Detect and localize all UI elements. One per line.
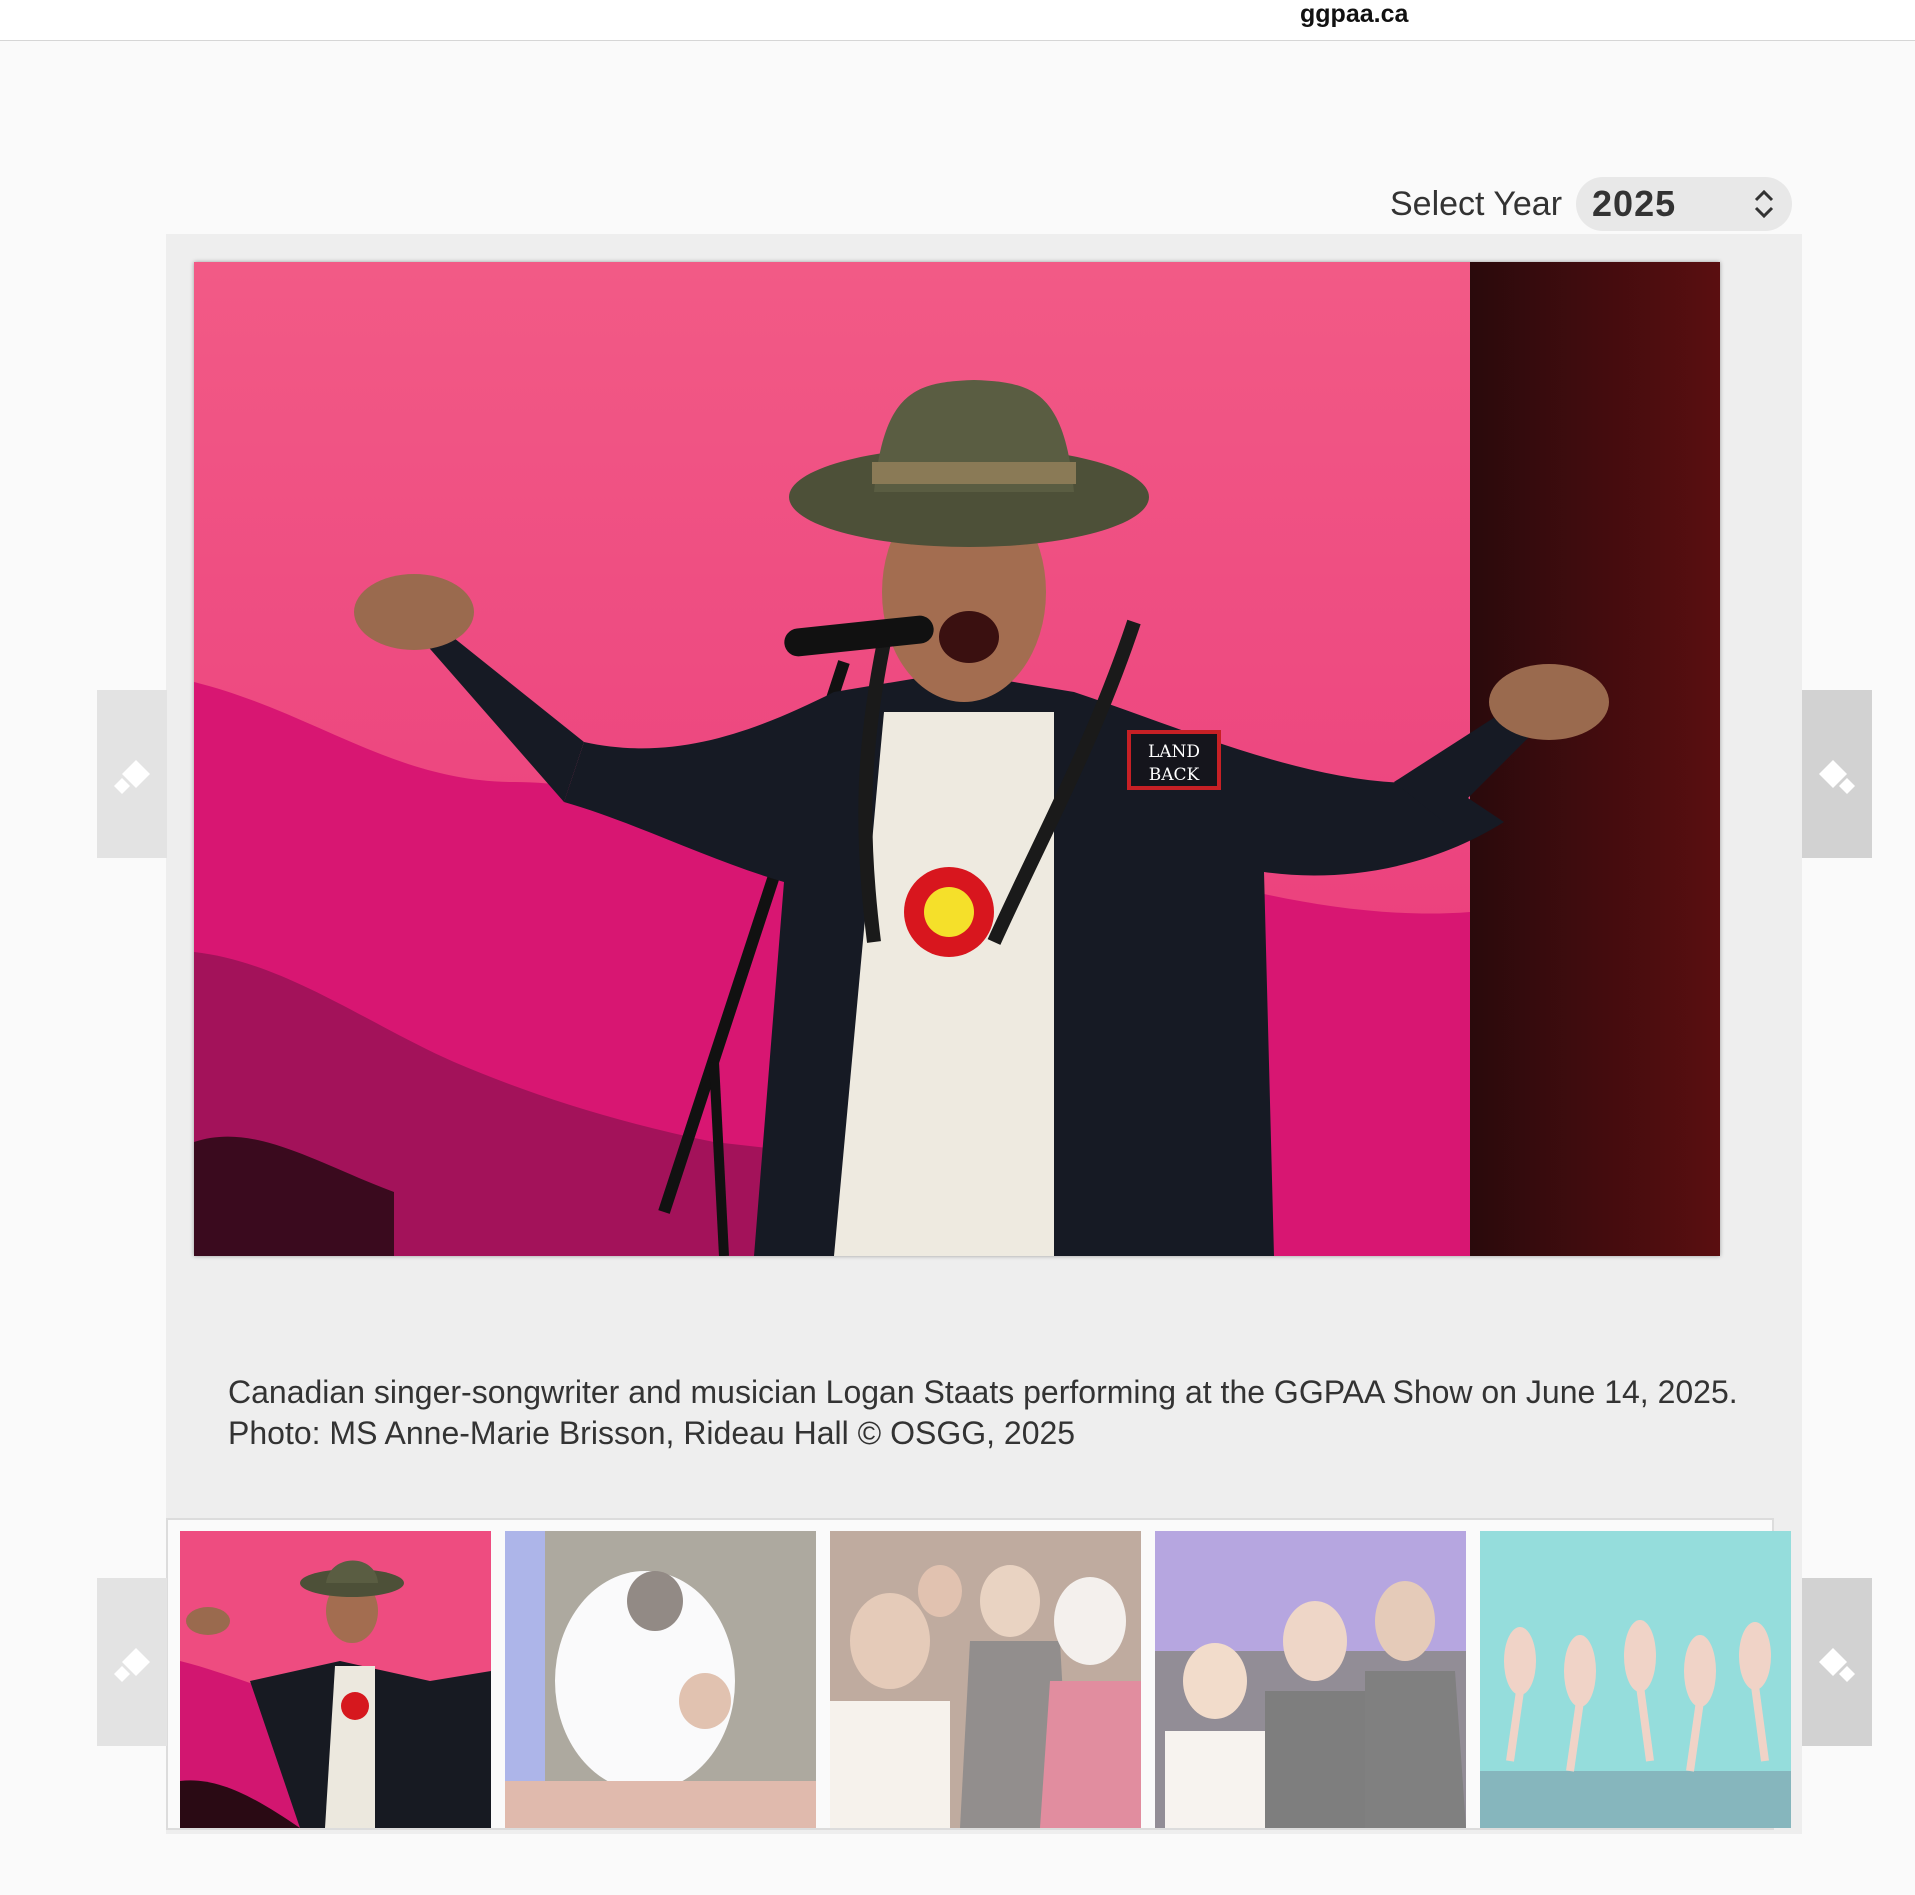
prev-thumbnails-button[interactable] (97, 1578, 167, 1746)
next-photo-button[interactable] (1802, 690, 1872, 858)
url-text[interactable]: ggpaa.ca (1300, 0, 1408, 29)
browser-top-bar: ggpaa.ca (0, 0, 1915, 41)
select-arrows-icon (1754, 189, 1774, 219)
thumbnail-reception[interactable] (830, 1531, 1141, 1828)
main-photo: LAND BACK (194, 262, 1720, 1256)
year-select-value: 2025 (1592, 183, 1677, 224)
patch-text-land: LAND (1148, 742, 1200, 762)
next-thumbs-arrow-icon (1819, 1648, 1855, 1682)
photo-caption: Canadian singer-songwriter and musician … (228, 1374, 1738, 1451)
thumbnail-embrace[interactable] (505, 1531, 816, 1828)
thumbnail-dance-troupe[interactable] (1480, 1531, 1791, 1828)
next-thumbnails-button[interactable] (1802, 1578, 1872, 1746)
year-select[interactable]: 2025 (1576, 177, 1793, 231)
year-selector-row: Select Year 2025 (1390, 176, 1793, 232)
next-arrow-icon (1819, 760, 1855, 794)
patch-text-back: BACK (1149, 765, 1200, 785)
prev-thumbs-arrow-icon (114, 1648, 150, 1682)
thumbnail-three-guests[interactable] (1155, 1531, 1466, 1828)
prev-arrow-icon (114, 760, 150, 794)
select-year-label: Select Year (1390, 184, 1563, 223)
thumbnail-performer[interactable] (180, 1531, 491, 1828)
prev-photo-button[interactable] (97, 690, 167, 858)
